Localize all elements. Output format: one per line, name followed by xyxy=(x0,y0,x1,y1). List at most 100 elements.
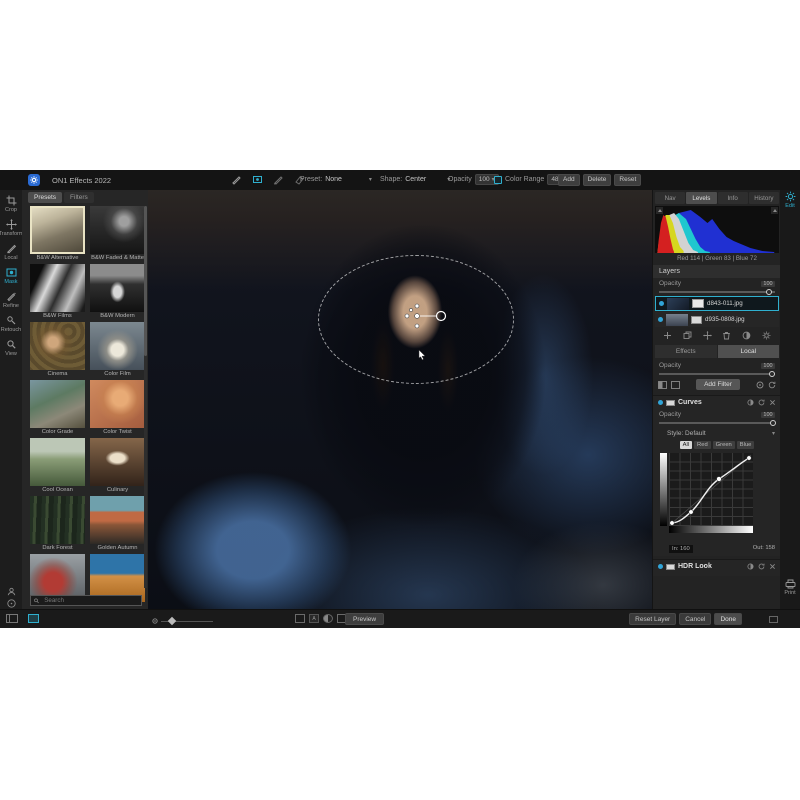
tab-levels[interactable]: Levels xyxy=(686,192,716,204)
curves-style-row[interactable]: Style: Default ▾ xyxy=(667,430,775,437)
tab-filters[interactable]: Filters xyxy=(64,192,94,203)
dual-display-icon[interactable] xyxy=(769,616,778,623)
layer-mask-thumbnail[interactable] xyxy=(692,299,704,308)
preview-button[interactable]: Preview xyxy=(345,613,384,625)
mask-view-icon[interactable] xyxy=(323,614,333,623)
delete-button[interactable]: Delete xyxy=(583,174,612,186)
preset-item[interactable]: Color Twist xyxy=(90,380,145,438)
reset-filters-icon[interactable] xyxy=(768,381,776,389)
add-layer-icon[interactable] xyxy=(663,331,672,340)
preset-thumbnail[interactable] xyxy=(30,438,85,486)
preset-item[interactable]: Cinema xyxy=(30,322,85,380)
curves-filter-header[interactable]: Curves xyxy=(653,396,781,409)
mask-brush-icon[interactable] xyxy=(230,173,243,186)
tab-effects[interactable]: Effects xyxy=(655,345,717,358)
tool-refine[interactable]: Refine xyxy=(0,291,22,309)
layers-opacity-slider[interactable] xyxy=(659,287,775,295)
filter-delete-icon[interactable] xyxy=(769,563,776,570)
zoom-out-icon[interactable] xyxy=(152,618,159,625)
tool-local[interactable]: Local xyxy=(0,243,22,261)
tab-info[interactable]: Info xyxy=(718,192,748,204)
tab-local[interactable]: Local xyxy=(718,345,780,358)
tool-retouch[interactable]: Retouch xyxy=(0,315,22,333)
tab-presets[interactable]: Presets xyxy=(28,192,62,203)
filter-enabled-dot[interactable] xyxy=(658,564,663,569)
local-opacity-slider[interactable] xyxy=(659,369,775,377)
layers-opacity-value[interactable]: 100 xyxy=(761,281,775,287)
edit-gear-icon[interactable] xyxy=(785,191,796,202)
tab-nav[interactable]: Nav xyxy=(655,192,685,204)
background-color-icon[interactable]: A xyxy=(309,614,319,623)
preset-thumbnail[interactable] xyxy=(90,496,145,544)
layer-row-1[interactable]: d843-011.jpg xyxy=(655,296,779,311)
preset-thumbnail[interactable] xyxy=(30,380,85,428)
tool-transform[interactable]: Transform xyxy=(0,219,22,237)
preset-item[interactable]: Cool Ocean xyxy=(30,438,85,496)
channel-red-button[interactable]: Red xyxy=(694,441,711,449)
zoom-knob[interactable] xyxy=(168,617,176,625)
preset-thumbnail[interactable] xyxy=(90,264,145,312)
add-button[interactable]: Add xyxy=(558,174,580,186)
masking-bug-icon[interactable] xyxy=(251,173,264,186)
move-layer-icon[interactable] xyxy=(703,331,712,340)
highlight-clipping-button[interactable] xyxy=(771,207,778,214)
color-range-checkbox[interactable] xyxy=(494,176,502,184)
preset-item[interactable]: B&W Alternative xyxy=(30,206,85,264)
layer-mask-icon[interactable] xyxy=(691,316,702,324)
curves-grid[interactable] xyxy=(669,453,753,526)
preset-item[interactable]: Color Grade xyxy=(30,380,85,438)
layer-settings-gear-icon[interactable] xyxy=(762,331,771,340)
luminosity-mask-icon[interactable] xyxy=(658,381,667,389)
mask-gizmo[interactable] xyxy=(396,296,456,336)
add-filter-button[interactable]: Add Filter xyxy=(696,379,740,390)
tool-crop[interactable]: Crop xyxy=(0,195,22,213)
layer-visibility-dot[interactable] xyxy=(658,317,663,322)
filter-mask-icon[interactable] xyxy=(666,400,675,406)
tool-view[interactable]: View xyxy=(0,339,22,357)
curves-opacity-slider[interactable] xyxy=(659,418,775,426)
style-dropdown-chevron-icon[interactable]: ▾ xyxy=(772,430,775,437)
local-opacity-value[interactable]: 100 xyxy=(761,363,775,369)
preset-thumbnail[interactable] xyxy=(30,322,85,370)
filter-blend-icon[interactable] xyxy=(747,563,754,570)
layer-visibility-dot[interactable] xyxy=(659,301,664,306)
preset-thumbnail[interactable] xyxy=(90,438,145,486)
preset-item[interactable]: Color Film xyxy=(90,322,145,380)
filter-mask-icon[interactable] xyxy=(666,564,675,570)
photo-canvas[interactable] xyxy=(148,190,652,610)
zoom-track[interactable] xyxy=(161,621,213,623)
curves-editor[interactable] xyxy=(669,453,775,543)
preset-thumbnail[interactable] xyxy=(90,380,145,428)
preset-thumbnail[interactable] xyxy=(90,322,145,370)
preset-thumbnail[interactable] xyxy=(30,496,85,544)
delete-layer-icon[interactable] xyxy=(722,331,731,340)
cancel-button[interactable]: Cancel xyxy=(679,613,711,625)
compare-view-icon[interactable] xyxy=(295,614,305,623)
help-icon[interactable] xyxy=(7,599,16,608)
preset-item[interactable]: B&W Films xyxy=(30,264,85,322)
channel-all-button[interactable]: All xyxy=(680,441,692,449)
account-icon[interactable] xyxy=(7,587,16,596)
preset-item[interactable]: Golden Autumn xyxy=(90,496,145,554)
filter-reset-icon[interactable] xyxy=(758,563,765,570)
filter-blend-icon[interactable] xyxy=(747,399,754,406)
preset-dropdown-chevron-icon[interactable]: ▾ xyxy=(369,176,372,183)
layer-row-2[interactable]: d935-0808.jpg xyxy=(655,312,779,327)
reset-layer-button[interactable]: Reset Layer xyxy=(629,613,676,625)
preset-item[interactable]: B&W Modern xyxy=(90,264,145,322)
preset-thumbnail[interactable] xyxy=(30,206,85,254)
curves-opacity-value[interactable]: 100 xyxy=(761,412,775,418)
refine-mask-icon[interactable] xyxy=(272,173,285,186)
shadow-clipping-button[interactable] xyxy=(656,207,663,214)
filter-delete-icon[interactable] xyxy=(769,399,776,406)
preset-thumbnail[interactable] xyxy=(30,264,85,312)
preset-item[interactable]: Culinary xyxy=(90,438,145,496)
preset-item[interactable]: Dark Forest xyxy=(30,496,85,554)
edit-module[interactable]: Edit xyxy=(780,191,800,209)
show-mask-icon[interactable] xyxy=(671,381,680,389)
search-input[interactable] xyxy=(42,596,138,605)
hdr-filter-header[interactable]: HDR Look xyxy=(653,560,781,573)
layer-thumbnail[interactable] xyxy=(666,314,688,326)
channel-green-button[interactable]: Green xyxy=(713,441,735,449)
reset-button[interactable]: Reset xyxy=(614,174,641,186)
